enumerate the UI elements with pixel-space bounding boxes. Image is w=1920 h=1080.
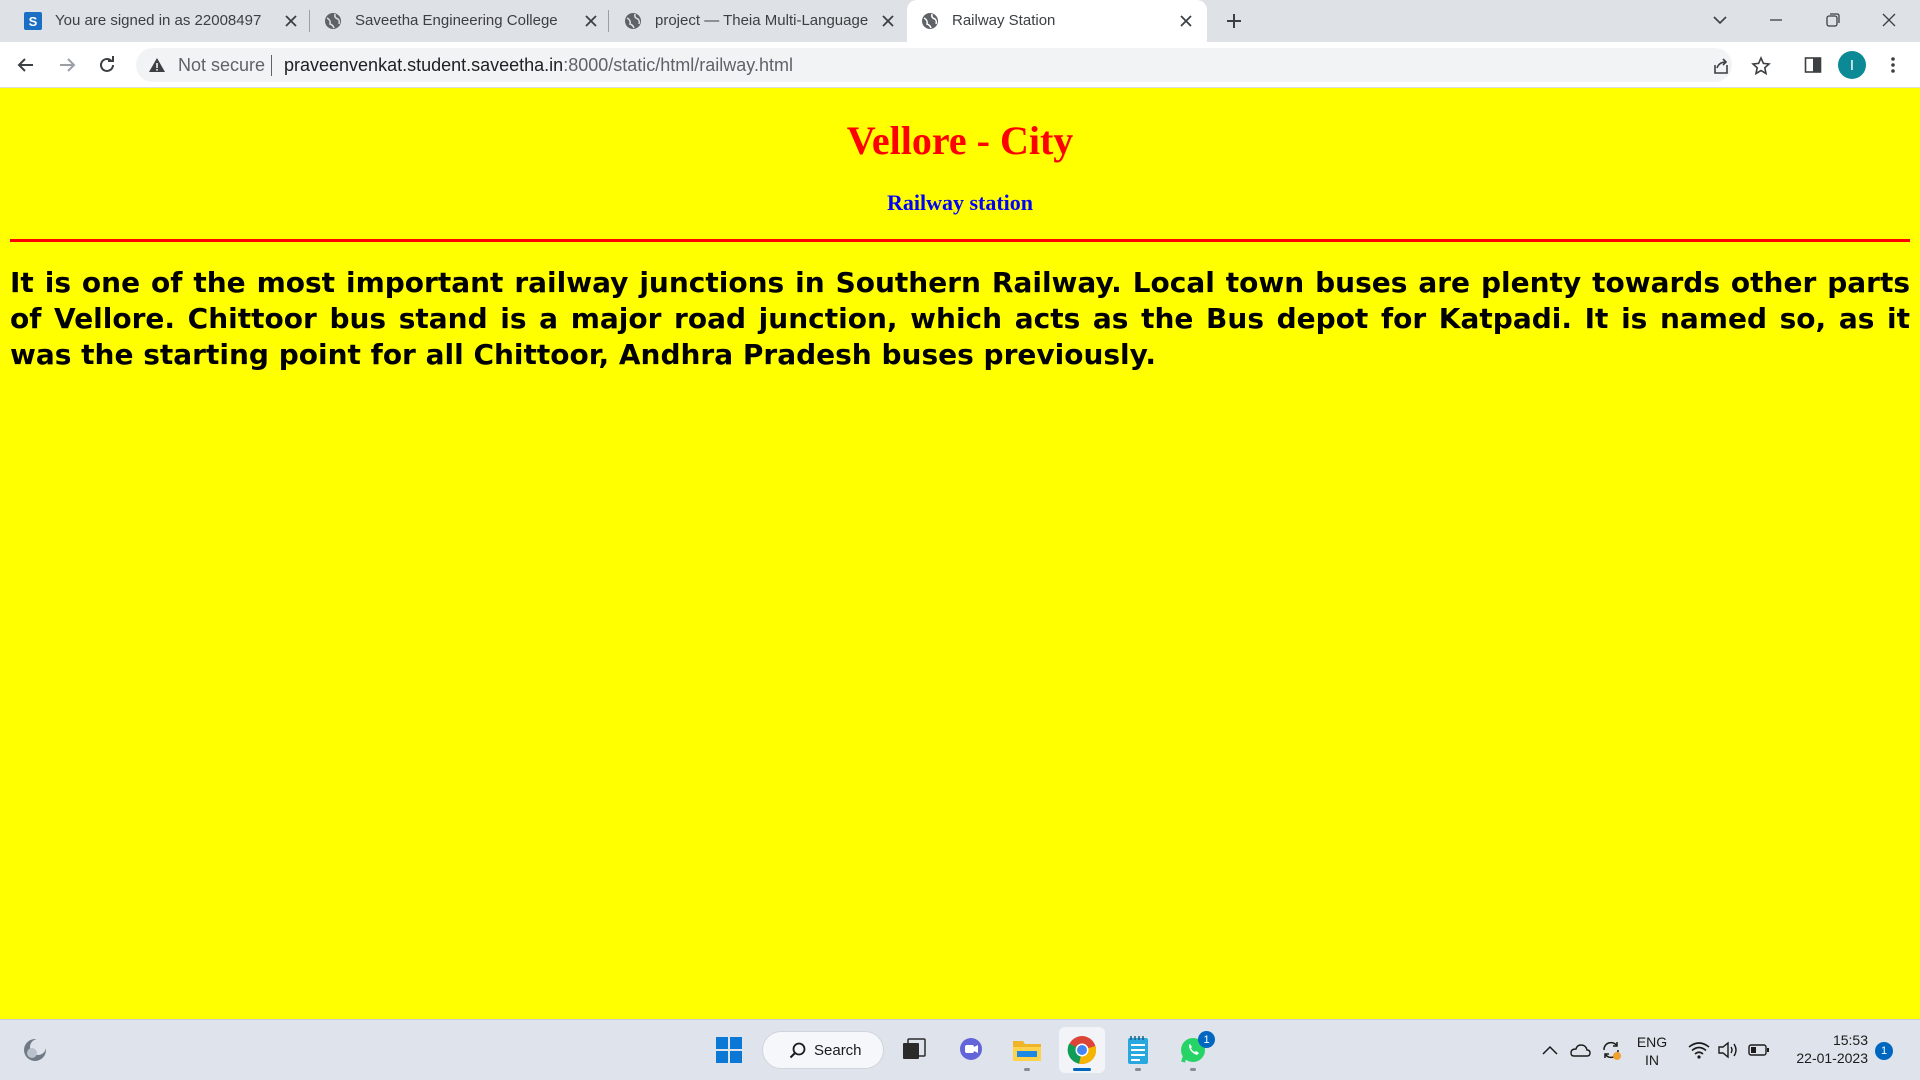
sync-icon[interactable]	[1600, 1039, 1622, 1061]
taskbar-search-box[interactable]: Search	[762, 1031, 884, 1069]
globe-icon	[624, 12, 642, 30]
tab-title: You are signed in as 22008497	[55, 12, 262, 29]
tab-strip: S You are signed in as 22008497 Saveetha…	[0, 0, 1920, 42]
warning-triangle-icon[interactable]	[148, 56, 166, 74]
whatsapp-icon[interactable]: 1	[1170, 1027, 1216, 1073]
close-icon[interactable]	[879, 12, 897, 30]
page-subtitle: Railway station	[886, 190, 1034, 215]
search-icon	[789, 1042, 807, 1060]
clock-time: 15:53	[1832, 1032, 1868, 1048]
url-text[interactable]: praveenvenkat.student.saveetha.in:8000/s…	[284, 56, 793, 74]
wifi-icon[interactable]	[1688, 1039, 1710, 1061]
tab-signed-in[interactable]: S You are signed in as 22008497	[10, 0, 308, 42]
close-window-icon[interactable]	[1869, 6, 1909, 34]
teams-chat-icon[interactable]	[948, 1027, 994, 1073]
url-path: :8000/static/html/railway.html	[563, 55, 793, 75]
side-panel-icon[interactable]	[1801, 53, 1825, 77]
app-running-indicator	[1190, 1068, 1196, 1071]
svg-text:S: S	[29, 14, 38, 29]
url-host: praveenvenkat.student.saveetha.in	[284, 55, 564, 75]
kebab-menu-icon[interactable]	[1881, 53, 1905, 77]
windows-start-icon[interactable]	[706, 1027, 752, 1073]
onedrive-cloud-icon[interactable]	[1569, 1039, 1591, 1061]
globe-icon	[324, 12, 342, 30]
tab-title: project — Theia Multi-Language	[655, 12, 869, 29]
chevron-up-icon[interactable]	[1539, 1039, 1561, 1061]
taskbar: Search 1 ENG IN 15:53 22-01-2023 1	[0, 1019, 1920, 1080]
notepad-icon[interactable]	[1115, 1027, 1161, 1073]
tab-theia-project[interactable]: project — Theia Multi-Language	[610, 0, 908, 42]
page-viewport: Vellore - City Railway station It is one…	[0, 89, 1920, 1019]
chrome-icon[interactable]	[1059, 1027, 1105, 1073]
page-body-paragraph: It is one of the most important railway …	[10, 266, 1910, 371]
app-running-indicator	[1024, 1068, 1030, 1071]
volume-icon[interactable]	[1717, 1039, 1739, 1061]
language-code: ENG	[1636, 1034, 1668, 1050]
horizontal-rule	[10, 239, 1910, 242]
widgets-weather-icon[interactable]	[12, 1027, 58, 1073]
page-title: Vellore - City	[846, 118, 1074, 163]
saveetha-s-icon: S	[24, 12, 42, 30]
notification-badge[interactable]: 1	[1875, 1042, 1893, 1060]
language-indicator[interactable]: ENG IN	[1630, 1033, 1674, 1069]
tab-title: Railway Station	[952, 12, 1056, 29]
restore-icon[interactable]	[1813, 6, 1853, 34]
minimize-icon[interactable]	[1756, 6, 1796, 34]
security-label[interactable]: Not secure	[178, 56, 265, 74]
close-icon[interactable]	[582, 12, 600, 30]
tab-railway-station[interactable]: Railway Station	[907, 0, 1207, 42]
clock[interactable]: 15:53 22-01-2023	[1786, 1031, 1868, 1067]
tab-search-chevron-icon[interactable]	[1700, 6, 1740, 34]
search-label: Search	[814, 1042, 862, 1059]
tab-divider	[608, 10, 609, 32]
back-arrow-icon[interactable]	[12, 51, 40, 79]
app-active-indicator	[1073, 1068, 1091, 1071]
address-bar[interactable]: Not secure praveenvenkat.student.saveeth…	[136, 48, 1771, 82]
tab-title: Saveetha Engineering College	[355, 12, 558, 29]
region-code: IN	[1645, 1052, 1659, 1068]
new-tab-plus-icon[interactable]	[1222, 9, 1246, 33]
app-running-indicator	[1135, 1068, 1141, 1071]
battery-icon[interactable]	[1748, 1039, 1770, 1061]
task-view-icon[interactable]	[891, 1027, 937, 1073]
close-icon[interactable]	[1177, 12, 1195, 30]
reload-icon[interactable]	[93, 51, 121, 79]
close-icon[interactable]	[282, 12, 300, 30]
clock-date: 22-01-2023	[1796, 1050, 1868, 1066]
forward-arrow-icon[interactable]	[53, 51, 81, 79]
whatsapp-unread-badge: 1	[1198, 1031, 1215, 1048]
bookmark-star-icon[interactable]	[1750, 55, 1772, 77]
profile-avatar[interactable]: I	[1838, 51, 1866, 79]
tab-saveetha-college[interactable]: Saveetha Engineering College	[310, 0, 608, 42]
share-icon[interactable]	[1710, 55, 1732, 77]
address-divider	[271, 55, 272, 76]
browser-toolbar: Not secure praveenvenkat.student.saveeth…	[0, 42, 1920, 88]
file-explorer-icon[interactable]	[1004, 1027, 1050, 1073]
globe-icon	[921, 12, 939, 30]
